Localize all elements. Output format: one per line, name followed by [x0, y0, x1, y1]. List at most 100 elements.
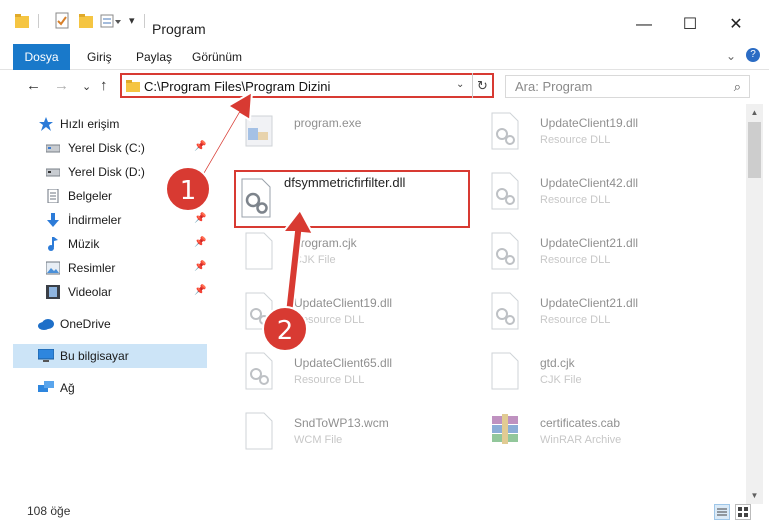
close-button[interactable]: ✕: [713, 10, 759, 40]
file-item[interactable]: SndToWP13.wcm WCM File: [236, 410, 476, 454]
video-icon: [46, 285, 60, 299]
file-item[interactable]: UpdateClient21.dll Resource DLL: [482, 230, 722, 274]
tab-share[interactable]: Paylaş: [136, 44, 172, 70]
file-item[interactable]: gtd.cjk CJK File: [482, 350, 722, 394]
sidebar-item-label: İndirmeler: [68, 213, 122, 227]
sidebar-item-label: OneDrive: [60, 317, 111, 331]
sidebar-item-label: Hızlı erişim: [60, 117, 120, 131]
sidebar-item-label: Bu bilgisayar: [60, 349, 129, 363]
file-type: CJK File: [540, 374, 582, 386]
sidebar-item-network[interactable]: Ağ: [13, 376, 207, 400]
search-icon[interactable]: ⌕: [734, 79, 741, 95]
file-item[interactable]: program.cjk CJK File: [236, 230, 476, 274]
address-row: ← → ⌄ ↑ C:\Program Files\Program Dizini …: [0, 70, 769, 102]
scroll-down-icon[interactable]: ▼: [746, 487, 763, 504]
properties-icon[interactable]: [54, 12, 70, 30]
file-name: UpdateClient19.dll: [540, 116, 639, 130]
quick-access-dropdown-icon[interactable]: ▾: [129, 14, 135, 32]
customize-toolbar-icon[interactable]: [100, 12, 122, 30]
dll-file-icon: [491, 232, 519, 270]
music-icon: [48, 237, 58, 251]
folder-icon: [126, 80, 140, 92]
address-bar[interactable]: C:\Program Files\Program Dizini ⌄ ↻: [120, 73, 494, 98]
file-item[interactable]: UpdateClient21.dll Resource DLL: [482, 290, 722, 334]
file-item[interactable]: certificates.cab WinRAR Archive: [482, 410, 722, 454]
ribbon-tabs: Dosya Giriş Paylaş Görünüm ⌄ ?: [0, 44, 769, 88]
annotation-badge-1: 1: [165, 166, 211, 212]
dll-file-icon: [491, 112, 519, 150]
highlighted-file-item[interactable]: dfsymmetricfirfilter.dll: [234, 170, 470, 228]
divider: [38, 14, 39, 28]
forward-icon[interactable]: →: [54, 77, 69, 95]
pin-icon: 📌: [194, 237, 207, 248]
file-type: Resource DLL: [540, 194, 611, 206]
documents-icon: [47, 189, 59, 203]
download-icon: [47, 213, 59, 227]
sidebar-item-downloads[interactable]: İndirmeler 📌: [13, 208, 207, 232]
minimize-button[interactable]: —: [621, 10, 667, 40]
large-icons-view-button[interactable]: [735, 504, 751, 520]
sidebar-item-music[interactable]: Müzik 📌: [13, 232, 207, 256]
recent-locations-icon[interactable]: ⌄: [82, 78, 91, 96]
file-item[interactable]: UpdateClient65.dll Resource DLL: [236, 350, 476, 394]
sidebar-item-this-pc[interactable]: Bu bilgisayar: [13, 344, 207, 368]
details-view-icon: [717, 508, 727, 516]
file-name: UpdateClient42.dll: [540, 176, 639, 190]
scroll-thumb[interactable]: [748, 122, 761, 178]
sidebar-item-label: Belgeler: [68, 189, 113, 203]
search-input[interactable]: Ara: Program: [515, 79, 592, 94]
pin-icon: 📌: [194, 261, 207, 272]
scroll-up-icon[interactable]: ▲: [746, 104, 763, 121]
file-name: UpdateClient21.dll: [540, 236, 639, 250]
sidebar-item-videos[interactable]: Videolar 📌: [13, 280, 207, 304]
pin-icon: 📌: [194, 213, 207, 224]
sidebar-item-label: Müzik: [68, 237, 100, 251]
drive-icon: [46, 144, 60, 153]
status-bar: 108 öğe: [0, 504, 769, 532]
pin-icon: 📌: [194, 141, 207, 152]
sidebar-item-onedrive[interactable]: OneDrive: [13, 312, 207, 336]
file-item[interactable]: UpdateClient19.dll Resource DLL: [482, 110, 722, 154]
vertical-scrollbar[interactable]: ▲ ▼: [746, 104, 763, 504]
dll-file-icon: [491, 172, 519, 210]
blank-file-icon: [245, 232, 273, 270]
file-name: program.cjk: [294, 236, 357, 250]
refresh-icon[interactable]: ↻: [472, 73, 492, 98]
divider: [144, 14, 145, 28]
dll-file-icon: [241, 178, 271, 218]
file-type: Resource DLL: [540, 314, 611, 326]
file-type: Resource DLL: [294, 374, 365, 386]
pictures-icon: [46, 261, 60, 275]
tab-home[interactable]: Giriş: [87, 44, 112, 70]
new-folder-icon[interactable]: [78, 12, 94, 30]
blank-file-icon: [491, 352, 519, 390]
help-icon[interactable]: ?: [746, 48, 760, 62]
back-icon[interactable]: ←: [26, 77, 41, 95]
sidebar-item-quick-access[interactable]: Hızlı erişim: [13, 112, 207, 136]
file-name: certificates.cab: [540, 416, 621, 430]
folder-icon[interactable]: [14, 12, 30, 30]
sidebar-item-label: Videolar: [68, 285, 112, 299]
file-item[interactable]: program.exe: [236, 110, 476, 154]
file-name: UpdateClient19.dll: [294, 296, 393, 310]
file-item[interactable]: UpdateClient42.dll Resource DLL: [482, 170, 722, 214]
cloud-icon: [38, 319, 54, 330]
sidebar-item-drive-c[interactable]: Yerel Disk (C:) 📌: [13, 136, 207, 160]
large-icons-view-icon: [738, 507, 748, 517]
maximize-button[interactable]: ☐: [667, 10, 713, 40]
up-icon[interactable]: ↑: [100, 77, 108, 95]
address-path[interactable]: C:\Program Files\Program Dizini: [144, 79, 330, 94]
sidebar-item-label: Yerel Disk (C:): [68, 141, 145, 155]
details-view-button[interactable]: [714, 504, 730, 520]
annotation-badge-2: 2: [262, 306, 308, 352]
dll-file-icon: [491, 292, 519, 330]
file-type: CJK File: [294, 254, 336, 266]
sidebar-item-pictures[interactable]: Resimler 📌: [13, 256, 207, 280]
address-dropdown-icon[interactable]: ⌄: [456, 79, 464, 90]
search-box[interactable]: Ara: Program ⌕: [505, 75, 750, 98]
expand-ribbon-icon[interactable]: ⌄: [726, 49, 736, 63]
file-name: SndToWP13.wcm: [294, 416, 389, 430]
item-count: 108 öğe: [27, 504, 71, 518]
tab-view[interactable]: Görünüm: [192, 44, 242, 70]
winrar-archive-icon: [492, 414, 518, 444]
